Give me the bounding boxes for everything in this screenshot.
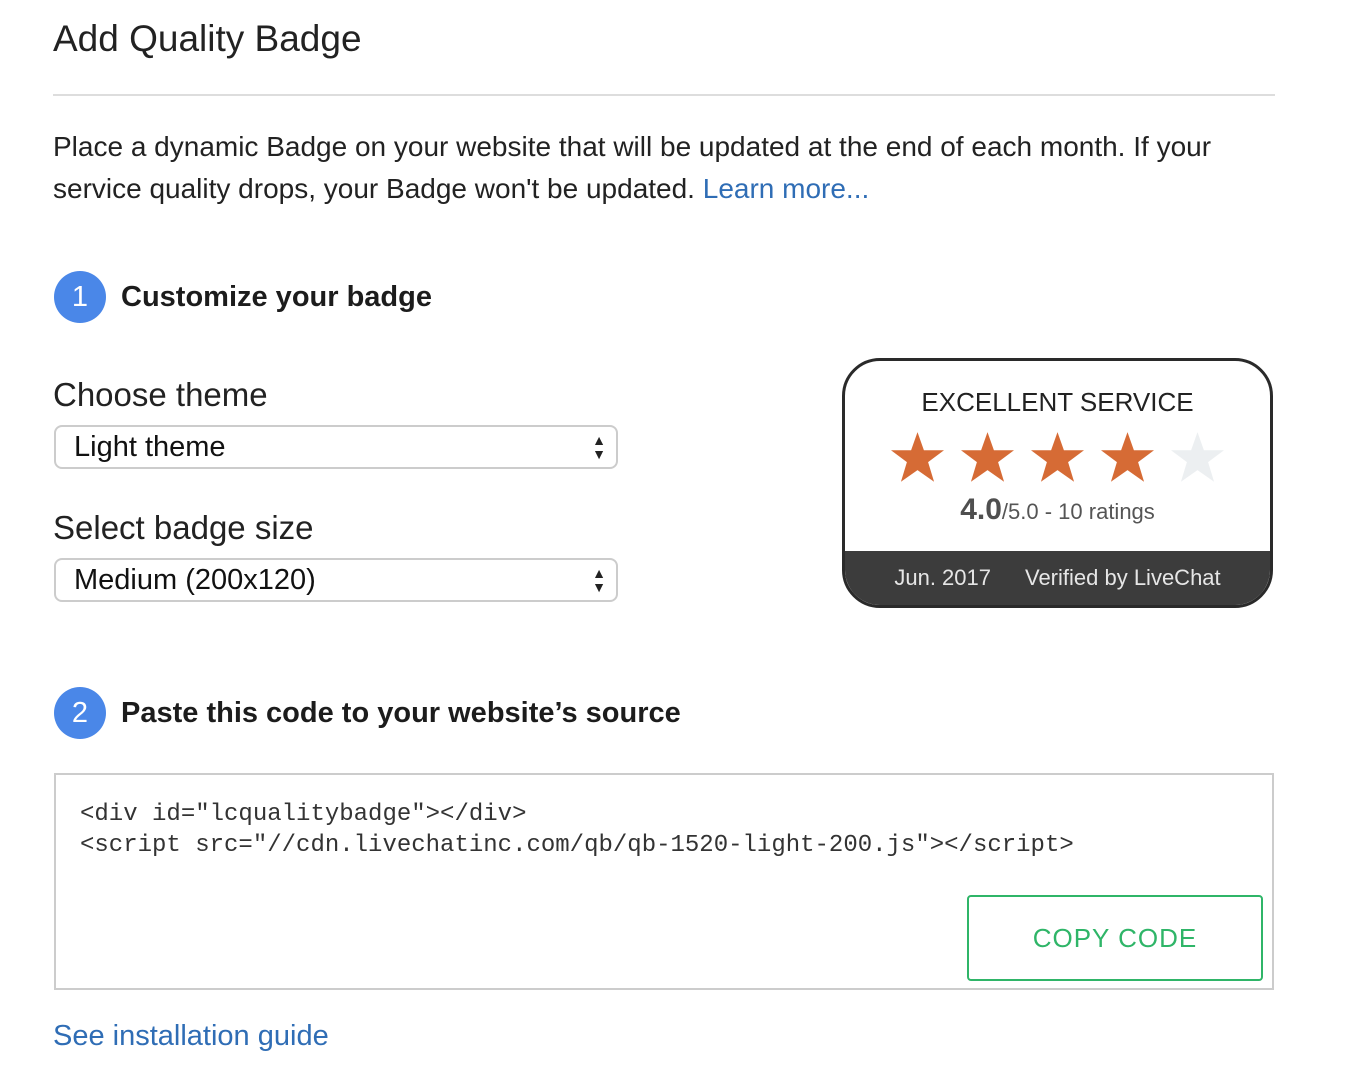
- intro-text: Place a dynamic Badge on your website th…: [53, 126, 1283, 210]
- select-arrows-icon: ▲ ▼: [592, 432, 606, 462]
- size-select-value: Medium (200x120): [74, 563, 316, 596]
- size-label: Select badge size: [53, 509, 314, 546]
- step-1-header: 1 Customize your badge: [54, 271, 432, 323]
- theme-select[interactable]: Light theme ▲ ▼: [54, 425, 618, 469]
- code-snippet[interactable]: <div id="lcqualitybadge"></div> <script …: [80, 799, 1074, 861]
- badge-verified: Verified by LiveChat: [1024, 565, 1221, 590]
- star-filled-icon: [961, 432, 1014, 482]
- star-filled-icon: [891, 432, 944, 482]
- step-title: Customize your badge: [121, 280, 432, 313]
- badge-score: 4.0: [960, 493, 1002, 526]
- badge-preview: EXCELLENT SERVICE 4.0/5.0 - 10 ratings J…: [842, 358, 1273, 608]
- theme-label: Choose theme: [53, 376, 268, 413]
- badge-rating: 4.0/5.0 - 10 ratings: [845, 493, 1270, 527]
- step-number-badge: 1: [54, 271, 106, 323]
- step-number-badge: 2: [54, 687, 106, 739]
- installation-guide-link[interactable]: See installation guide: [53, 1020, 329, 1053]
- badge-footer: Jun. 2017 Verified by LiveChat: [845, 551, 1270, 605]
- page-title: Add Quality Badge: [53, 18, 362, 59]
- intro-body: Place a dynamic Badge on your website th…: [53, 131, 1212, 204]
- code-line: <script src="//cdn.livechatinc.com/qb/qb…: [80, 832, 1074, 859]
- divider: [53, 94, 1275, 96]
- copy-code-button[interactable]: COPY CODE: [967, 895, 1263, 981]
- learn-more-link[interactable]: Learn more...: [703, 173, 870, 204]
- badge-heading: EXCELLENT SERVICE: [921, 387, 1194, 417]
- theme-select-value: Light theme: [74, 430, 226, 463]
- size-select[interactable]: Medium (200x120) ▲ ▼: [54, 558, 618, 602]
- badge-date: Jun. 2017: [894, 565, 991, 590]
- star-empty-icon: [1171, 432, 1224, 482]
- code-line: <div id="lcqualitybadge"></div>: [80, 801, 527, 828]
- step-title: Paste this code to your website’s source: [121, 696, 681, 729]
- badge-score-suffix: /5.0 - 10 ratings: [1001, 499, 1155, 524]
- star-rating: [845, 432, 1270, 483]
- step-2-header: 2 Paste this code to your website’s sour…: [54, 687, 681, 739]
- star-filled-icon: [1031, 432, 1084, 482]
- select-arrows-icon: ▲ ▼: [592, 565, 606, 595]
- star-filled-icon: [1101, 432, 1154, 482]
